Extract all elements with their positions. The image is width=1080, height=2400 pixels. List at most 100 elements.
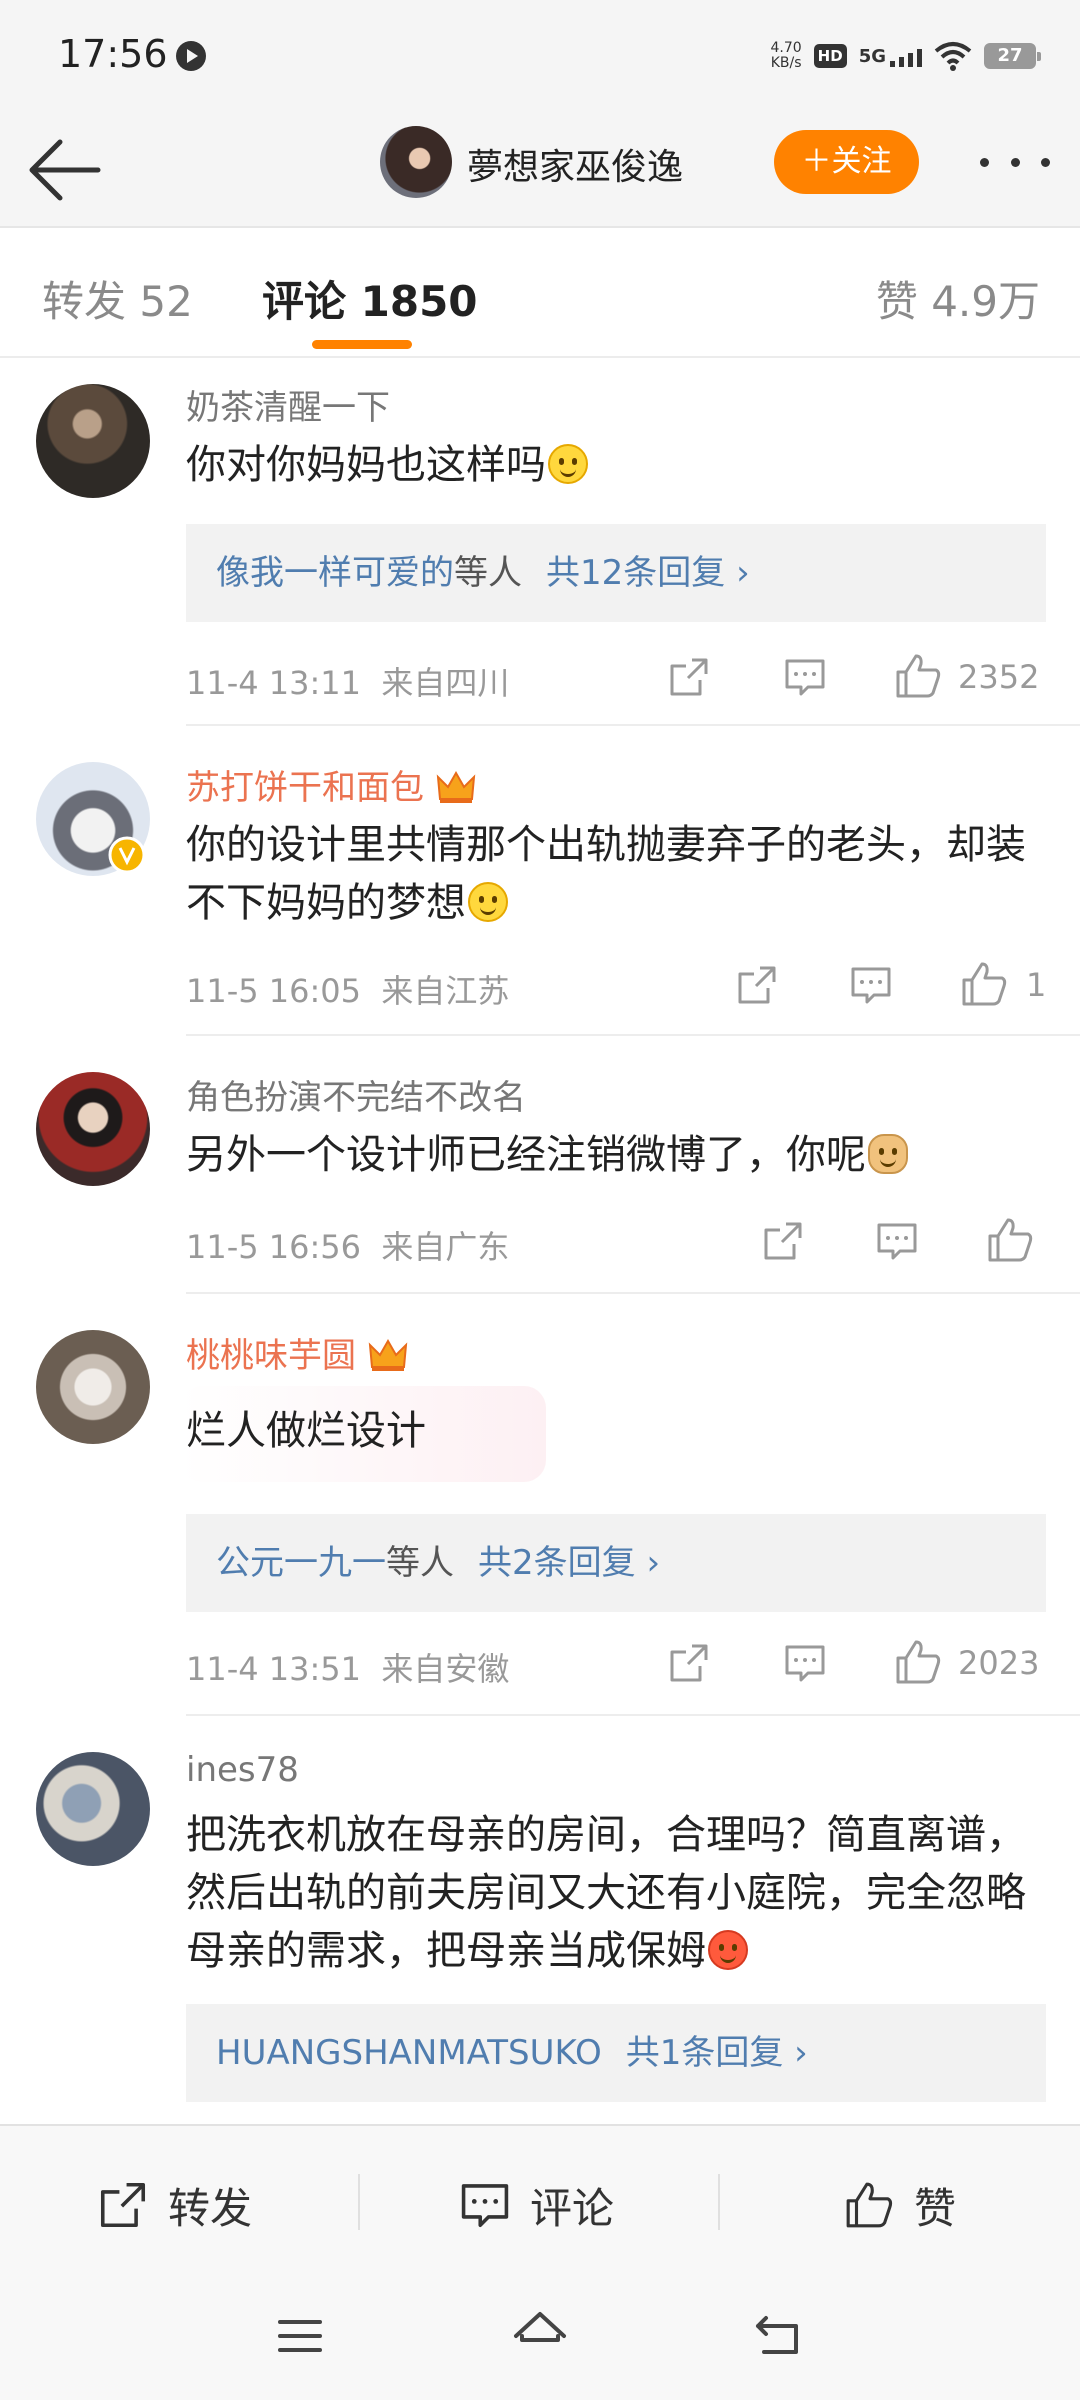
comment-text: 你对你妈妈也这样吗 [186,436,1046,494]
reply-users[interactable]: 公元一九一 [216,1543,386,1583]
like-button[interactable]: 赞 [844,2170,956,2240]
like-icon[interactable] [894,1638,942,1686]
status-time: 17:56 [58,32,168,76]
repost-button[interactable]: 转发 [98,2170,252,2240]
divider [186,1714,1080,1716]
commenter-avatar[interactable] [36,1072,150,1186]
comment-time: 11-4 13:11 [186,664,362,702]
vip-crown-icon [436,770,476,803]
comment-icon[interactable] [876,1220,918,1262]
commenter-name[interactable]: ines78 [186,1750,299,1790]
back-icon[interactable] [750,2306,810,2366]
commenter-avatar[interactable] [36,384,150,498]
hd-icon: HD [813,44,847,68]
reply-count[interactable]: 共12条回复 › [546,553,750,593]
tab-bar: 转发 52 评论 1850 赞 4.9万 [0,230,1080,358]
comment-text-body: 你对你妈妈也这样吗 [186,442,546,488]
commenter-name[interactable]: 苏打饼干和面包 [186,760,476,809]
commenter-name[interactable]: 桃桃味芋圆 [186,1328,408,1377]
verified-badge-icon [108,836,146,874]
more-options-icon[interactable] [980,158,1050,170]
network-speed: 4.70 KB/s [771,41,802,71]
comment-text: 烂人做烂设计 [186,1402,1046,1460]
comment-label: 评论 [530,2183,615,2233]
divider [186,1292,1080,1294]
comment-text-body: 另外一个设计师已经注销微博了，你呢 [186,1132,866,1178]
comment-text-body: 你的设计里共情那个出轨抛妻弃子的老头，却装不下妈妈的梦想 [186,822,1026,926]
comment-text: 把洗衣机放在母亲的房间，合理吗？简直离谱，然后出轨的前夫房间又大还有小庭院，完全… [186,1806,1046,1980]
comment-text: 另外一个设计师已经注销微博了，你呢 [186,1126,1046,1184]
smile-emoji-icon [548,444,588,484]
like-count: 2352 [958,658,1040,696]
angry-emoji-icon [708,1930,748,1970]
comment-button[interactable]: 评论 [460,2170,614,2240]
like-icon[interactable] [894,652,942,700]
like-icon[interactable] [986,1216,1034,1264]
tab-comment[interactable]: 评论 1850 [262,268,478,329]
comment-time: 11-5 16:56 [186,1228,362,1266]
comment-location: 来自广东 [381,1228,510,1266]
wifi-icon [934,42,972,71]
comment-time: 11-5 16:05 [186,972,362,1010]
comment-icon[interactable] [784,1642,826,1684]
battery-icon: 27 [984,43,1041,69]
author-avatar[interactable] [380,126,452,198]
reply-preview[interactable]: 公元一九一等人 共2条回复 › [186,1514,1046,1612]
reply-users[interactable]: 像我一样可爱的 [216,553,454,593]
reply-etc: 等人 [454,553,522,593]
reply-users[interactable]: HUANGSHANMATSUKO [216,2033,602,2073]
author-name[interactable]: 夢想家巫俊逸 [467,138,683,190]
repost-label: 转发 [168,2183,253,2233]
reply-preview[interactable]: HUANGSHANMATSUKO 共1条回复 › [186,2004,1046,2102]
comment-meta: 11-4 13:51 来自安徽 [186,1644,509,1690]
comment-location: 来自四川 [381,664,510,702]
comment-meta: 11-5 16:05 来自江苏 [186,966,509,1012]
commenter-name-text[interactable]: 苏打饼干和面包 [186,768,424,808]
separator [358,2174,360,2230]
back-arrow-icon[interactable] [26,132,104,208]
network-speed-unit: KB/s [770,55,802,71]
commenter-avatar[interactable] [36,1330,150,1444]
media-playing-icon [176,41,206,71]
comment-meta: 11-4 13:11 来自四川 [186,658,509,704]
status-bar: 17:56 4.70 KB/s HD 5G 27 [0,0,1080,112]
separator [718,2174,720,2230]
comment-icon[interactable] [784,656,826,698]
share-icon [100,2182,146,2228]
share-icon[interactable] [668,656,710,698]
comment-time: 11-4 13:51 [186,1650,362,1688]
bottom-action-bar: 转发 评论 赞 [0,2124,1080,2282]
battery-level: 27 [997,45,1023,66]
commenter-name[interactable]: 角色扮演不完结不改名 [186,1070,526,1119]
share-icon[interactable] [668,1642,710,1684]
divider [186,724,1080,726]
reply-preview[interactable]: 像我一样可爱的等人 共12条回复 › [186,524,1046,622]
commenter-avatar[interactable] [36,1752,150,1866]
comment-icon[interactable] [850,964,892,1006]
reply-count[interactable]: 共1条回复 › [626,2033,808,2073]
comment-location: 来自江苏 [381,972,510,1010]
network-speed-value: 4.70 [770,40,802,56]
like-icon[interactable] [960,960,1008,1008]
comment-location: 来自安徽 [381,1650,510,1688]
system-navigation-bar [0,2282,1080,2400]
commenter-name-text[interactable]: 桃桃味芋圆 [186,1336,356,1376]
follow-button[interactable]: ＋关注 [774,130,919,194]
header: 夢想家巫俊逸 ＋关注 [0,112,1080,228]
comment-text-body: 烂人做烂设计 [186,1408,426,1454]
smile-emoji-icon [468,882,508,922]
network-type: 5G [858,45,886,67]
home-icon[interactable] [510,2306,570,2366]
comment-text-body: 把洗衣机放在母亲的房间，合理吗？简直离谱，然后出轨的前夫房间又大还有小庭院，完全… [186,1812,1026,1974]
reply-count[interactable]: 共2条回复 › [478,1543,660,1583]
divider [186,1034,1080,1036]
tab-likes[interactable]: 赞 4.9万 [876,268,1040,329]
commenter-name[interactable]: 奶茶清醒一下 [186,380,390,429]
tab-repost[interactable]: 转发 52 [42,268,193,329]
share-icon[interactable] [736,964,778,1006]
like-count: 2023 [958,1644,1040,1682]
like-icon [846,2182,893,2228]
share-icon[interactable] [762,1220,804,1262]
comment-text: 你的设计里共情那个出轨抛妻弃子的老头，却装不下妈妈的梦想 [186,816,1046,932]
menu-icon[interactable] [270,2306,330,2366]
